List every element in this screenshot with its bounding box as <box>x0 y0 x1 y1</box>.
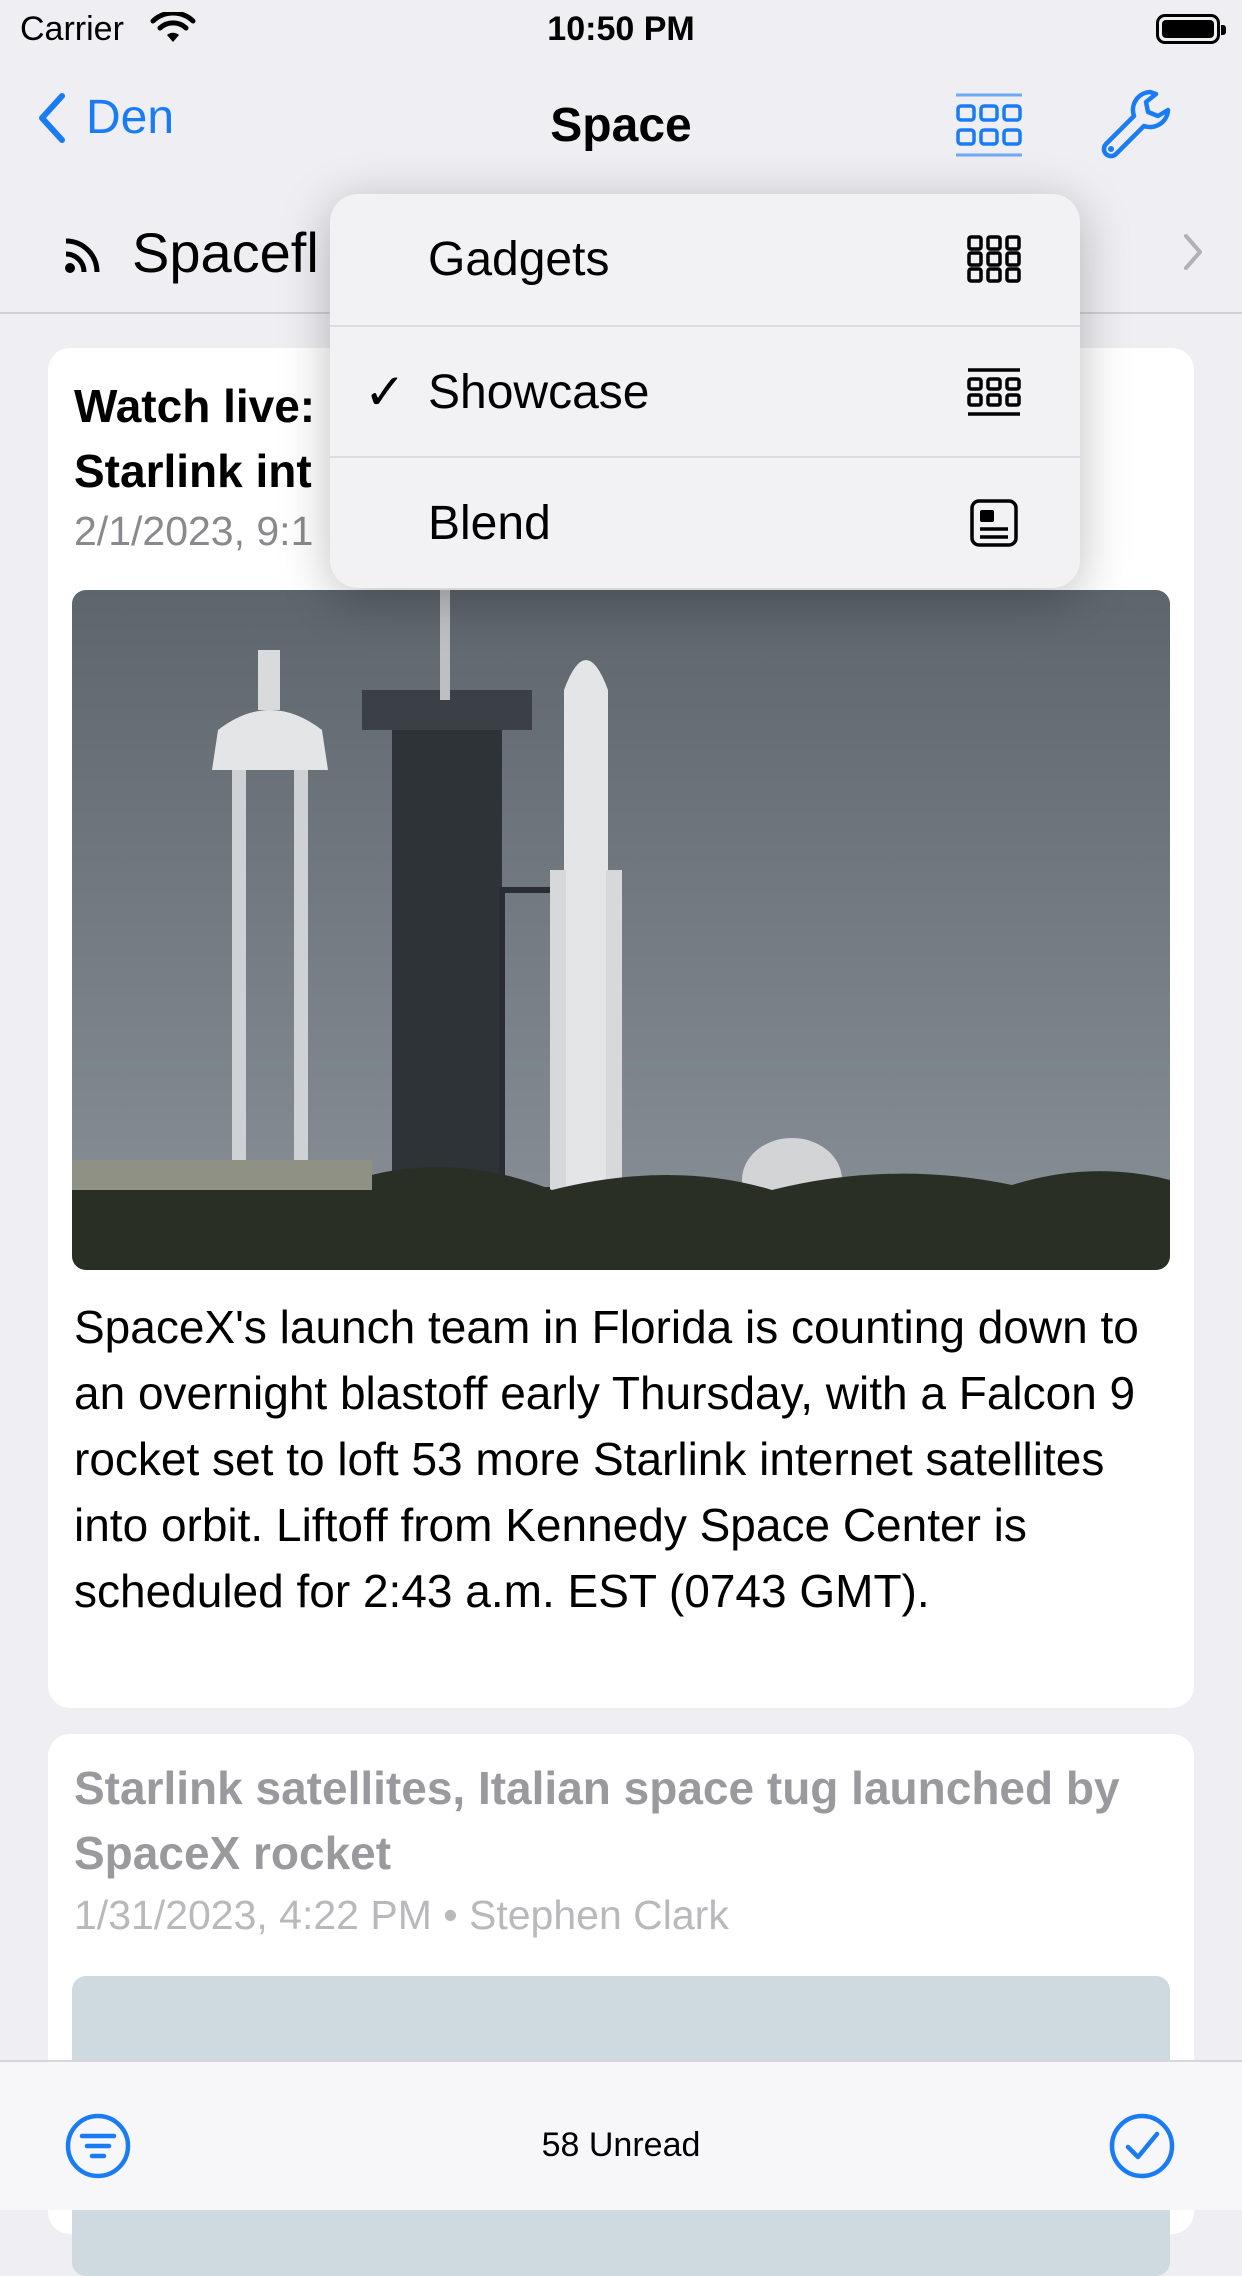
mark-all-read-icon[interactable] <box>1108 2112 1176 2180</box>
layout-menu: Gadgets ✓ Showcase Blend <box>330 194 1080 588</box>
menu-item-showcase[interactable]: ✓ Showcase <box>330 325 1080 458</box>
unread-count: 58 Unread <box>541 2126 701 2164</box>
navigation-bar: Den Space <box>0 62 1242 192</box>
checkmark-icon: ✓ <box>364 364 406 420</box>
article-icon <box>970 499 1018 547</box>
article-image <box>72 590 1170 1270</box>
menu-item-gadgets[interactable]: Gadgets <box>330 194 1080 325</box>
grid-3x2-icon <box>967 235 1021 283</box>
bottom-toolbar: 58 Unread <box>0 2060 1242 2210</box>
feed-name: Spacefl <box>132 221 319 284</box>
menu-item-label: Showcase <box>428 366 650 419</box>
chevron-right-icon <box>1184 234 1202 270</box>
battery-icon <box>1156 14 1226 44</box>
wrench-icon[interactable] <box>1098 86 1178 166</box>
article-summary: SpaceX's launch team in Florida is count… <box>74 1301 1139 1617</box>
menu-item-blend[interactable]: Blend <box>330 456 1080 588</box>
menu-item-label: Blend <box>428 497 551 550</box>
status-bar: Carrier 10:50 PM <box>0 0 1242 62</box>
page-title: Space <box>550 99 692 152</box>
clock: 10:50 PM <box>547 10 695 48</box>
menu-item-label: Gadgets <box>428 233 610 286</box>
rss-icon <box>65 238 100 273</box>
article-meta: 2/1/2023, 9:1 <box>74 508 314 554</box>
article-meta: 1/31/2023, 4:22 PM • Stephen Clark <box>74 1892 729 1938</box>
article-title: Starlink satellites, Italian space tug l… <box>74 1762 1120 1879</box>
launch-pad-photo <box>72 590 1170 1270</box>
layout-grid-button[interactable] <box>954 92 1024 158</box>
grid-wide-icon <box>967 368 1021 416</box>
